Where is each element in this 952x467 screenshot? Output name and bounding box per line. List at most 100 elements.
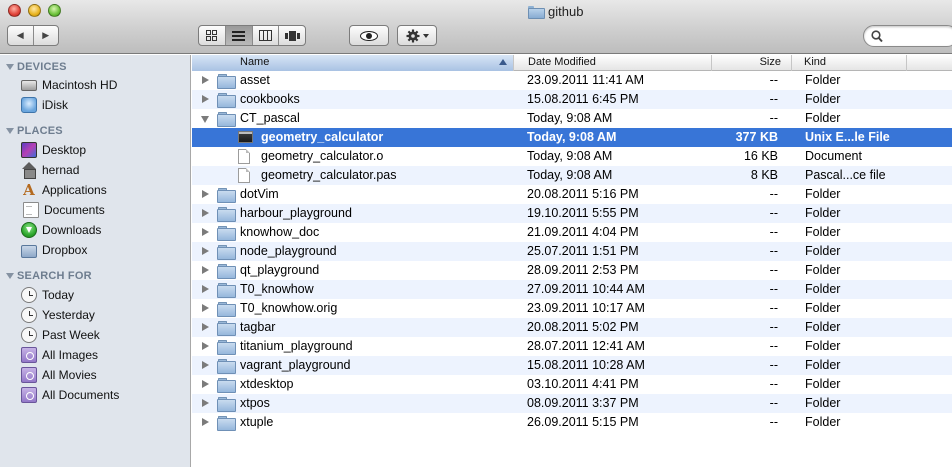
file-kind: Folder xyxy=(805,225,841,239)
folder-icon xyxy=(217,339,236,355)
folder-icon xyxy=(217,73,236,89)
sidebar-item-applications[interactable]: A Applications xyxy=(21,180,186,200)
disclosure-closed-icon[interactable] xyxy=(202,247,209,255)
sort-ascending-icon xyxy=(499,59,507,65)
file-size: -- xyxy=(769,320,778,334)
file-row[interactable]: geometry_calculator.pas Today, 9:08 AM 8 K… xyxy=(192,166,952,185)
disclosure-closed-icon[interactable] xyxy=(202,361,209,369)
disclosure-closed-icon[interactable] xyxy=(202,190,209,198)
sidebar-section-search-for[interactable]: SEARCH FOR xyxy=(6,270,92,282)
disclosure-closed-icon[interactable] xyxy=(202,76,209,84)
folder-icon xyxy=(217,320,236,336)
file-row[interactable]: knowhow_doc 21.09.2011 4:04 PM -- Folder xyxy=(192,223,952,242)
sidebar-item-macintosh-hd[interactable]: Macintosh HD xyxy=(21,75,186,95)
back-button[interactable]: ◀ xyxy=(8,26,33,45)
sidebar-item-desktop[interactable]: Desktop xyxy=(21,140,186,160)
sidebar-item-all-documents[interactable]: All Documents xyxy=(21,385,186,405)
sidebar-section-devices[interactable]: DEVICES xyxy=(6,61,67,73)
file-size: 8 KB xyxy=(750,168,778,182)
file-name: asset xyxy=(240,73,270,87)
file-name: xtdesktop xyxy=(240,377,294,391)
file-date-modified: 03.10.2011 4:41 PM xyxy=(527,377,639,391)
file-row[interactable]: tagbar 20.08.2011 5:02 PM -- Folder xyxy=(192,318,952,337)
file-kind: Folder xyxy=(805,301,841,315)
column-header-name[interactable]: Name xyxy=(192,55,513,71)
document-icon xyxy=(238,149,250,164)
file-date-modified: 15.08.2011 10:28 AM xyxy=(527,358,645,372)
file-row[interactable]: geometry_calculator Today, 9:08 AM 377 KB U… xyxy=(192,128,952,147)
disclosure-closed-icon[interactable] xyxy=(202,342,209,350)
sidebar-item-hernad[interactable]: hernad xyxy=(21,160,186,180)
sidebar-item-idisk[interactable]: iDisk xyxy=(21,95,186,115)
file-size: 16 KB xyxy=(743,149,778,163)
sidebar: DEVICES Macintosh HD iDisk PLACES Deskto… xyxy=(0,55,191,467)
sidebar-item-yesterday[interactable]: Yesterday xyxy=(21,305,186,325)
file-row[interactable]: titanium_playground 28.07.2011 12:41 AM --… xyxy=(192,337,952,356)
disclosure-closed-icon[interactable] xyxy=(202,304,209,312)
disclosure-open-icon[interactable] xyxy=(201,116,209,123)
column-view-button[interactable] xyxy=(251,26,279,45)
sidebar-item-today[interactable]: Today xyxy=(21,285,186,305)
action-menu-button[interactable] xyxy=(397,25,437,46)
file-row[interactable]: T0_knowhow.orig 23.09.2011 10:17 AM -- Fold… xyxy=(192,299,952,318)
forward-button[interactable]: ▶ xyxy=(32,26,59,45)
file-row[interactable]: cookbooks 15.08.2011 6:45 PM -- Folder xyxy=(192,90,952,109)
minimize-window-button[interactable] xyxy=(28,4,41,17)
file-row[interactable]: T0_knowhow 27.09.2011 10:44 AM -- Folder xyxy=(192,280,952,299)
file-row[interactable]: xtdesktop 03.10.2011 4:41 PM -- Folder xyxy=(192,375,952,394)
file-kind: Folder xyxy=(805,320,841,334)
file-row[interactable]: xtpos 08.09.2011 3:37 PM -- Folder xyxy=(192,394,952,413)
file-date-modified: Today, 9:08 AM xyxy=(527,149,613,163)
zoom-window-button[interactable] xyxy=(48,4,61,17)
close-window-button[interactable] xyxy=(8,4,21,17)
sidebar-item-documents[interactable]: Documents xyxy=(21,200,186,220)
file-row[interactable]: harbour_playground 19.10.2011 5:55 PM -- Fo… xyxy=(192,204,952,223)
disclosure-closed-icon[interactable] xyxy=(202,380,209,388)
column-header-date-modified[interactable]: Date Modified xyxy=(513,55,711,71)
file-row[interactable]: dotVim 20.08.2011 5:16 PM -- Folder xyxy=(192,185,952,204)
list-view-button[interactable] xyxy=(224,26,252,45)
disclosure-closed-icon[interactable] xyxy=(202,399,209,407)
column-header-kind[interactable]: Kind xyxy=(791,55,906,71)
file-row[interactable]: xtuple 26.09.2011 5:15 PM -- Folder xyxy=(192,413,952,432)
window-title: github xyxy=(528,4,583,19)
search-field[interactable] xyxy=(863,25,952,47)
disclosure-closed-icon[interactable] xyxy=(202,323,209,331)
sidebar-item-downloads[interactable]: Downloads xyxy=(21,220,186,240)
quick-look-button[interactable] xyxy=(349,25,389,46)
disclosure-closed-icon[interactable] xyxy=(202,418,209,426)
file-row[interactable]: CT_pascal Today, 9:08 AM -- Folder xyxy=(192,109,952,128)
file-size: -- xyxy=(769,111,778,125)
disclosure-closed-icon[interactable] xyxy=(202,266,209,274)
file-name: CT_pascal xyxy=(240,111,300,125)
sidebar-item-past-week[interactable]: Past Week xyxy=(21,325,186,345)
file-size: -- xyxy=(769,339,778,353)
sidebar-item-dropbox[interactable]: Dropbox xyxy=(21,240,186,260)
file-row[interactable]: node_playground 25.07.2011 1:51 PM -- Folde… xyxy=(192,242,952,261)
folder-icon xyxy=(217,92,236,108)
disclosure-closed-icon[interactable] xyxy=(202,228,209,236)
sidebar-section-places[interactable]: PLACES xyxy=(6,125,63,137)
column-header-size[interactable]: Size xyxy=(711,55,791,71)
disclosure-closed-icon[interactable] xyxy=(202,209,209,217)
sidebar-item-all-images[interactable]: All Images xyxy=(21,345,186,365)
disclosure-closed-icon[interactable] xyxy=(202,285,209,293)
search-input[interactable] xyxy=(888,28,952,44)
chevron-down-icon xyxy=(422,33,429,38)
disclosure-triangle-icon xyxy=(6,273,14,279)
folder-icon xyxy=(217,301,236,317)
column-header-spacer xyxy=(906,55,952,71)
clock-icon xyxy=(21,307,37,323)
file-name: xtuple xyxy=(240,415,274,429)
applications-icon: A xyxy=(23,181,35,199)
file-row[interactable]: asset 23.09.2011 11:41 AM -- Folder xyxy=(192,71,952,90)
file-row[interactable]: geometry_calculator.o Today, 9:08 AM 16 KB… xyxy=(192,147,952,166)
eye-icon xyxy=(360,30,378,41)
icon-view-button[interactable] xyxy=(199,26,225,45)
sidebar-item-all-movies[interactable]: All Movies xyxy=(21,365,186,385)
coverflow-view-button[interactable] xyxy=(278,26,305,45)
file-row[interactable]: qt_playground 28.09.2011 2:53 PM -- Folder xyxy=(192,261,952,280)
file-name: T0_knowhow xyxy=(240,282,314,296)
disclosure-closed-icon[interactable] xyxy=(202,95,209,103)
file-row[interactable]: vagrant_playground 15.08.2011 10:28 AM -- F… xyxy=(192,356,952,375)
